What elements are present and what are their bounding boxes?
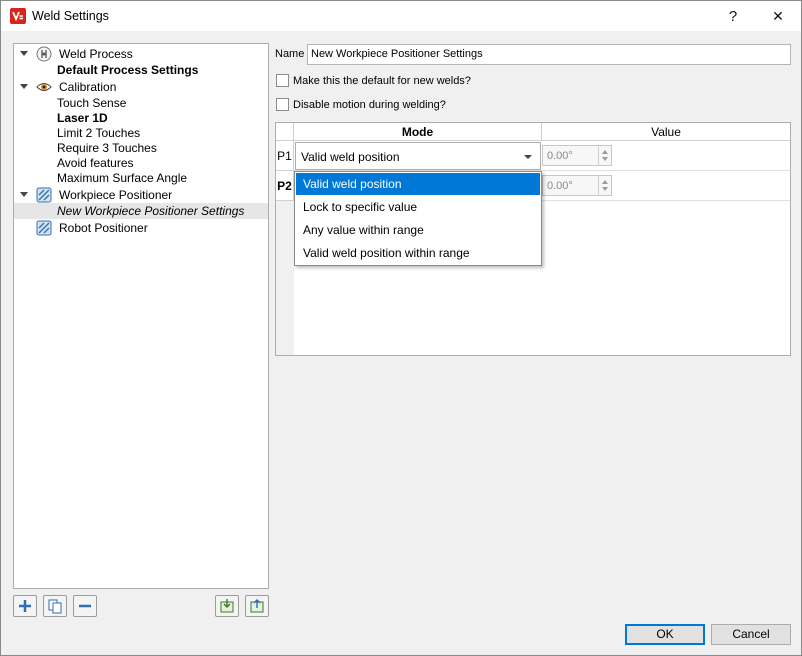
weld-settings-dialog: Weld Settings ? ✕ Weld Process Default P… bbox=[0, 0, 802, 656]
export-button[interactable] bbox=[245, 595, 269, 617]
ok-button[interactable]: OK bbox=[625, 624, 705, 645]
app-logo-icon bbox=[10, 8, 26, 24]
cancel-button[interactable]: Cancel bbox=[711, 624, 791, 645]
mode-dropdown-list[interactable]: Valid weld position Lock to specific val… bbox=[294, 171, 542, 266]
close-button[interactable]: ✕ bbox=[755, 1, 801, 31]
copy-icon bbox=[48, 599, 62, 614]
tree-node-label: Calibration bbox=[59, 80, 117, 94]
value-spinbox-text: 0.00° bbox=[547, 180, 573, 192]
tree-node-weld-process[interactable]: Weld Process bbox=[14, 46, 268, 62]
help-button[interactable]: ? bbox=[710, 1, 756, 31]
tree-node-laser-1d[interactable]: Laser 1D bbox=[14, 110, 268, 126]
tree-node-robot-positioner[interactable]: Robot Positioner bbox=[14, 220, 268, 236]
import-icon bbox=[220, 599, 234, 613]
tree-node-label: New Workpiece Positioner Settings bbox=[57, 204, 245, 218]
spin-up-icon[interactable] bbox=[602, 180, 608, 184]
spin-down-icon[interactable] bbox=[602, 187, 608, 191]
tree-node-require-3-touches[interactable]: Require 3 Touches bbox=[14, 140, 268, 156]
tree-node-maximum-surface-angle[interactable]: Maximum Surface Angle bbox=[14, 170, 268, 186]
row-header-p2: P2 bbox=[276, 171, 294, 201]
spin-down-icon[interactable] bbox=[602, 157, 608, 161]
name-input[interactable]: New Workpiece Positioner Settings bbox=[307, 44, 791, 65]
title-bar: Weld Settings ? ✕ bbox=[1, 1, 801, 31]
table-corner bbox=[276, 123, 294, 141]
remove-button[interactable] bbox=[73, 595, 97, 617]
chevron-down-icon[interactable] bbox=[524, 155, 532, 159]
tree-node-calibration[interactable]: Calibration bbox=[14, 79, 268, 95]
row-header-p1: P1 bbox=[276, 141, 294, 171]
value-spinbox-text: 0.00° bbox=[547, 150, 573, 162]
column-header-mode[interactable]: Mode bbox=[294, 123, 542, 141]
tree-node-touch-sense[interactable]: Touch Sense bbox=[14, 95, 268, 111]
tree-node-label: Robot Positioner bbox=[59, 221, 148, 235]
tree-node-label: Require 3 Touches bbox=[57, 141, 157, 155]
weld-process-icon bbox=[36, 46, 52, 62]
tree-node-label: Avoid features bbox=[57, 156, 134, 170]
name-label: Name bbox=[275, 48, 305, 60]
disable-motion-checkbox[interactable] bbox=[276, 98, 289, 111]
tree-node-label: Limit 2 Touches bbox=[57, 126, 141, 140]
export-icon bbox=[250, 599, 264, 613]
tree-node-label: Laser 1D bbox=[57, 111, 108, 125]
column-header-value[interactable]: Value bbox=[542, 123, 790, 141]
spin-buttons[interactable] bbox=[598, 146, 611, 165]
dropdown-option-lock-to-specific-value[interactable]: Lock to specific value bbox=[296, 196, 540, 218]
duplicate-button[interactable] bbox=[43, 595, 67, 617]
window-title: Weld Settings bbox=[32, 9, 109, 23]
tree-node-label: Workpiece Positioner bbox=[59, 188, 173, 202]
tree-node-workpiece-positioner[interactable]: Workpiece Positioner bbox=[14, 187, 268, 203]
default-for-new-welds-checkbox[interactable] bbox=[276, 74, 289, 87]
expand-arrow-icon[interactable] bbox=[20, 51, 28, 56]
tree-node-avoid-features[interactable]: Avoid features bbox=[14, 155, 268, 171]
tree-node-label: Weld Process bbox=[59, 47, 133, 61]
positioner-icon bbox=[36, 187, 52, 203]
expand-arrow-icon[interactable] bbox=[20, 84, 28, 89]
tree-node-limit-2-touches[interactable]: Limit 2 Touches bbox=[14, 125, 268, 141]
mode-combobox-value: Valid weld position bbox=[301, 150, 400, 164]
tree-node-default-process-settings[interactable]: Default Process Settings bbox=[14, 62, 268, 78]
import-button[interactable] bbox=[215, 595, 239, 617]
value-spinbox-p2[interactable]: 0.00° bbox=[542, 175, 612, 196]
disable-motion-label: Disable motion during welding? bbox=[293, 99, 446, 111]
spin-up-icon[interactable] bbox=[602, 150, 608, 154]
tree-node-new-workpiece-positioner-settings[interactable]: New Workpiece Positioner Settings bbox=[14, 203, 268, 219]
expand-arrow-icon[interactable] bbox=[20, 192, 28, 197]
mode-combobox-p1[interactable]: Valid weld position bbox=[295, 142, 541, 170]
dropdown-option-any-value-within-range[interactable]: Any value within range bbox=[296, 219, 540, 241]
value-spinbox-p1[interactable]: 0.00° bbox=[542, 145, 612, 166]
default-for-new-welds-label: Make this the default for new welds? bbox=[293, 75, 471, 87]
spin-buttons[interactable] bbox=[598, 176, 611, 195]
tree-node-label: Maximum Surface Angle bbox=[57, 171, 188, 185]
settings-tree[interactable]: Weld Process Default Process Settings Ca… bbox=[13, 43, 269, 589]
minus-icon bbox=[79, 604, 91, 608]
plus-icon bbox=[19, 600, 31, 612]
positioner-icon bbox=[36, 220, 52, 236]
eye-icon bbox=[36, 79, 52, 95]
dropdown-option-valid-weld-position[interactable]: Valid weld position bbox=[296, 173, 540, 195]
dropdown-option-valid-weld-position-within-range[interactable]: Valid weld position within range bbox=[296, 242, 540, 264]
tree-node-label: Touch Sense bbox=[57, 96, 127, 110]
tree-node-label: Default Process Settings bbox=[57, 63, 199, 77]
add-button[interactable] bbox=[13, 595, 37, 617]
